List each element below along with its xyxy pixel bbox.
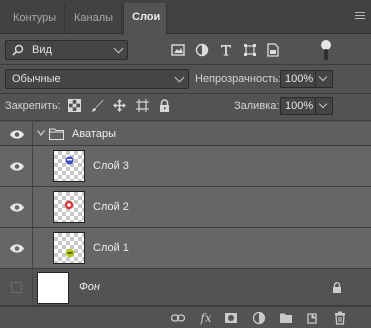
lock-image-pixels-icon[interactable] — [91, 99, 104, 112]
layer-row[interactable]: Слой 3 — [0, 146, 371, 187]
tab-paths[interactable]: Контуры — [5, 4, 66, 34]
lock-artboard-icon[interactable] — [136, 99, 149, 112]
eye-icon — [10, 203, 24, 212]
lock-transparent-pixels-icon[interactable] — [68, 99, 81, 112]
layer-thumbnail — [37, 272, 69, 304]
layer-row[interactable]: Слой 2 — [0, 187, 371, 228]
lock-all-icon[interactable] — [158, 99, 171, 112]
opacity-input[interactable]: 100% — [280, 70, 316, 88]
folder-icon[interactable] — [279, 311, 293, 325]
layer-group-row[interactable]: Аватары — [0, 122, 371, 146]
chevron-down-icon — [318, 99, 328, 109]
eye-icon — [10, 130, 24, 139]
visibility-toggle[interactable] — [0, 146, 33, 186]
panel-menu-icon[interactable] — [355, 12, 365, 21]
search-icon — [12, 44, 24, 56]
layer-name: Фон — [79, 281, 100, 293]
layer-name: Слой 2 — [93, 201, 129, 213]
smart-object-filter-icon[interactable] — [266, 43, 280, 57]
adjustment-filter-icon[interactable] — [195, 43, 209, 57]
lock-position-icon[interactable] — [113, 99, 126, 112]
layers-list: Аватары Слой 3 Слой 2 Слой 1 Фон — [0, 122, 371, 306]
lock-label: Закрепить: — [5, 100, 61, 112]
blend-mode-value: Обычные — [12, 73, 61, 85]
trash-icon[interactable] — [333, 311, 347, 325]
chevron-down-icon — [113, 43, 124, 54]
fill-dropdown-button[interactable] — [316, 97, 333, 115]
filter-kind-label: Вид — [32, 44, 52, 56]
eye-icon — [10, 162, 24, 171]
new-layer-icon[interactable] — [305, 311, 319, 325]
avatar-icon — [64, 200, 74, 210]
opacity-dropdown-button[interactable] — [316, 70, 333, 88]
fill-label: Заливка: — [234, 100, 280, 112]
visibility-toggle[interactable] — [0, 269, 33, 305]
layers-footer: fx — [0, 306, 371, 328]
visibility-toggle[interactable] — [0, 187, 33, 227]
type-filter-icon[interactable] — [219, 43, 233, 57]
group-name: Аватары — [72, 128, 116, 140]
panel-tabbar: Контуры Каналы Слои — [0, 0, 371, 35]
layer-name: Слой 3 — [93, 160, 129, 172]
opacity-label: Непрозрачность: — [195, 73, 282, 85]
layer-thumbnail — [53, 150, 85, 182]
layer-name: Слой 1 — [93, 242, 129, 254]
link-icon[interactable] — [171, 311, 185, 325]
folder-icon — [49, 128, 64, 140]
layer-row[interactable]: Слой 1 — [0, 228, 371, 269]
visibility-toggle[interactable] — [0, 122, 33, 145]
background-layer-row[interactable]: Фон — [0, 269, 371, 306]
mask-icon[interactable] — [224, 311, 238, 325]
layer-filter-dropdown[interactable]: Вид — [5, 40, 128, 60]
shape-filter-icon[interactable] — [243, 43, 257, 57]
layer-thumbnail — [53, 232, 85, 264]
layer-thumbnail — [53, 191, 85, 223]
hidden-visibility-box — [11, 282, 22, 293]
eye-icon — [10, 244, 24, 253]
fill-input[interactable]: 100% — [280, 97, 316, 115]
avatar-icon — [65, 156, 74, 165]
avatar-icon — [65, 248, 75, 258]
blend-mode-dropdown[interactable]: Обычные — [5, 69, 189, 89]
visibility-toggle[interactable] — [0, 228, 33, 268]
lock-icon[interactable] — [332, 282, 342, 293]
fx-icon[interactable]: fx — [199, 311, 213, 325]
image-filter-icon[interactable] — [171, 43, 185, 57]
chevron-down-icon[interactable] — [37, 130, 45, 136]
chevron-down-icon — [174, 72, 185, 83]
adjustment-icon[interactable] — [252, 311, 266, 325]
chevron-down-icon — [318, 72, 328, 82]
filter-toggle[interactable] — [321, 40, 331, 60]
tab-layers[interactable]: Слои — [123, 3, 167, 35]
tab-channels[interactable]: Каналы — [66, 4, 123, 34]
